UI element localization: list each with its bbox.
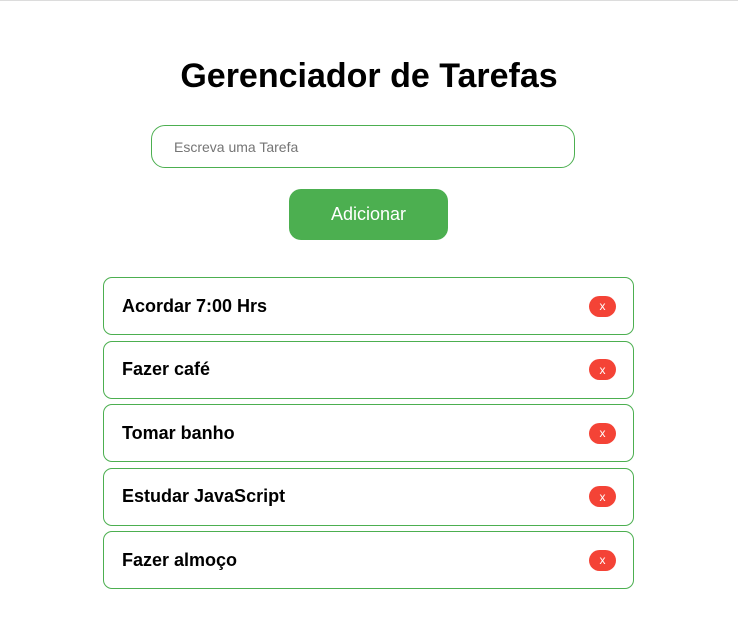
task-text: Acordar 7:00 Hrs [122,295,268,316]
task-text: Fazer café [122,359,211,379]
task-text: Estudar JavaScript [122,486,286,506]
task-text: Tomar banho [122,422,235,443]
page-title: Gerenciador de Tarefas [180,57,558,95]
delete-task-button[interactable]: x [589,359,616,380]
task-item: Estudar JavaScript x [103,467,634,526]
task-input[interactable] [151,125,575,168]
task-text: Fazer almoço [122,549,238,570]
task-item: Fazer almoço x [103,531,634,589]
task-item: Fazer café x [103,340,634,399]
delete-task-button[interactable]: x [589,295,616,317]
add-task-button[interactable]: Adicionar [289,189,448,240]
task-list: Acordar 7:00 Hrs x Fazer café x Tomar ba… [103,277,634,595]
delete-task-button[interactable]: x [589,549,616,571]
task-item: Tomar banho x [103,404,634,462]
delete-task-button[interactable]: x [589,422,616,444]
task-item: Acordar 7:00 Hrs x [103,277,634,335]
delete-task-button[interactable]: x [589,486,616,507]
